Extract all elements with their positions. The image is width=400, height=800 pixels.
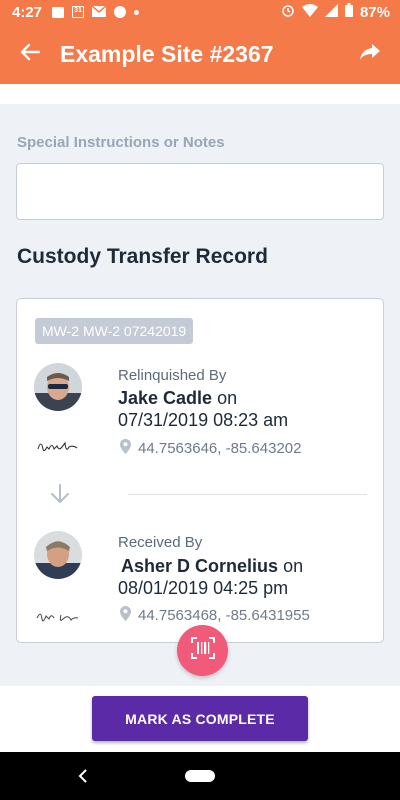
page-title: Example Site #2367 <box>60 40 274 67</box>
received-name: Asher D Cornelius <box>121 556 279 576</box>
received-location: 44.7563468, -85.6431955 <box>120 606 310 625</box>
alarm-icon <box>281 3 295 21</box>
received-role-label: Received By <box>118 534 203 551</box>
received-info: Asher D Cornelius on 08/01/2019 04:25 pm <box>118 555 371 599</box>
relinquished-location: 44.7563646, -85.643202 <box>120 439 301 458</box>
received-on-label: on <box>283 556 304 576</box>
received-avatar <box>34 531 82 579</box>
custody-record-card[interactable]: MW-2 MW-2 07242019 Relinquished By Jake … <box>16 298 384 643</box>
share-button[interactable] <box>340 24 400 84</box>
battery-icon <box>344 3 353 21</box>
battery-percentage: 87% <box>359 3 390 21</box>
content-top-strip <box>0 84 400 104</box>
location-pin-icon <box>120 439 131 458</box>
more-notifications-icon <box>134 9 140 15</box>
location-pin-icon <box>120 606 131 625</box>
notes-input[interactable] <box>16 163 384 220</box>
arrow-down-icon <box>49 483 71 510</box>
wifi-icon <box>301 3 318 21</box>
received-coords: 44.7563468, -85.6431955 <box>138 607 310 624</box>
relinquished-datetime: 07/31/2019 08:23 am <box>118 410 289 430</box>
app-bar: Example Site #2367 <box>0 24 400 84</box>
relinquished-on-label: on <box>217 388 238 408</box>
bottom-action-bar: MARK AS COMPLETE <box>0 686 400 752</box>
signal-icon <box>324 3 338 21</box>
barcode-scan-icon <box>190 637 215 664</box>
relinquished-coords: 44.7563646, -85.643202 <box>138 440 302 457</box>
relinquished-info: Jake Cadle on 07/31/2019 08:23 am <box>118 387 368 431</box>
circle-notification-icon <box>114 6 127 18</box>
nav-home-pill[interactable] <box>185 770 215 782</box>
image-notification-icon <box>52 6 65 18</box>
received-datetime: 08/01/2019 04:25 pm <box>118 578 289 598</box>
back-button[interactable] <box>0 24 60 84</box>
custody-section-title: Custody Transfer Record <box>17 245 268 268</box>
calendar-notification-icon: 31 <box>72 6 85 18</box>
share-icon <box>360 43 380 65</box>
sample-tag: MW-2 MW-2 07242019 <box>35 318 194 344</box>
record-divider <box>128 494 367 495</box>
notes-label: Special Instructions or Notes <box>17 134 225 151</box>
system-nav-bar <box>0 752 400 800</box>
mail-notification-icon <box>91 4 107 20</box>
relinquished-role-label: Relinquished By <box>118 367 227 384</box>
status-time: 4:27 <box>12 3 43 21</box>
scan-barcode-button[interactable] <box>177 625 228 676</box>
nav-back-icon[interactable] <box>78 766 88 789</box>
mark-complete-button[interactable]: MARK AS COMPLETE <box>92 696 308 741</box>
relinquished-name: Jake Cadle <box>118 388 213 408</box>
received-signature <box>33 609 83 632</box>
relinquished-signature <box>35 437 81 462</box>
arrow-left-icon <box>20 43 41 66</box>
status-bar: 4:27 31 87% <box>0 0 400 24</box>
relinquished-avatar <box>34 363 82 411</box>
